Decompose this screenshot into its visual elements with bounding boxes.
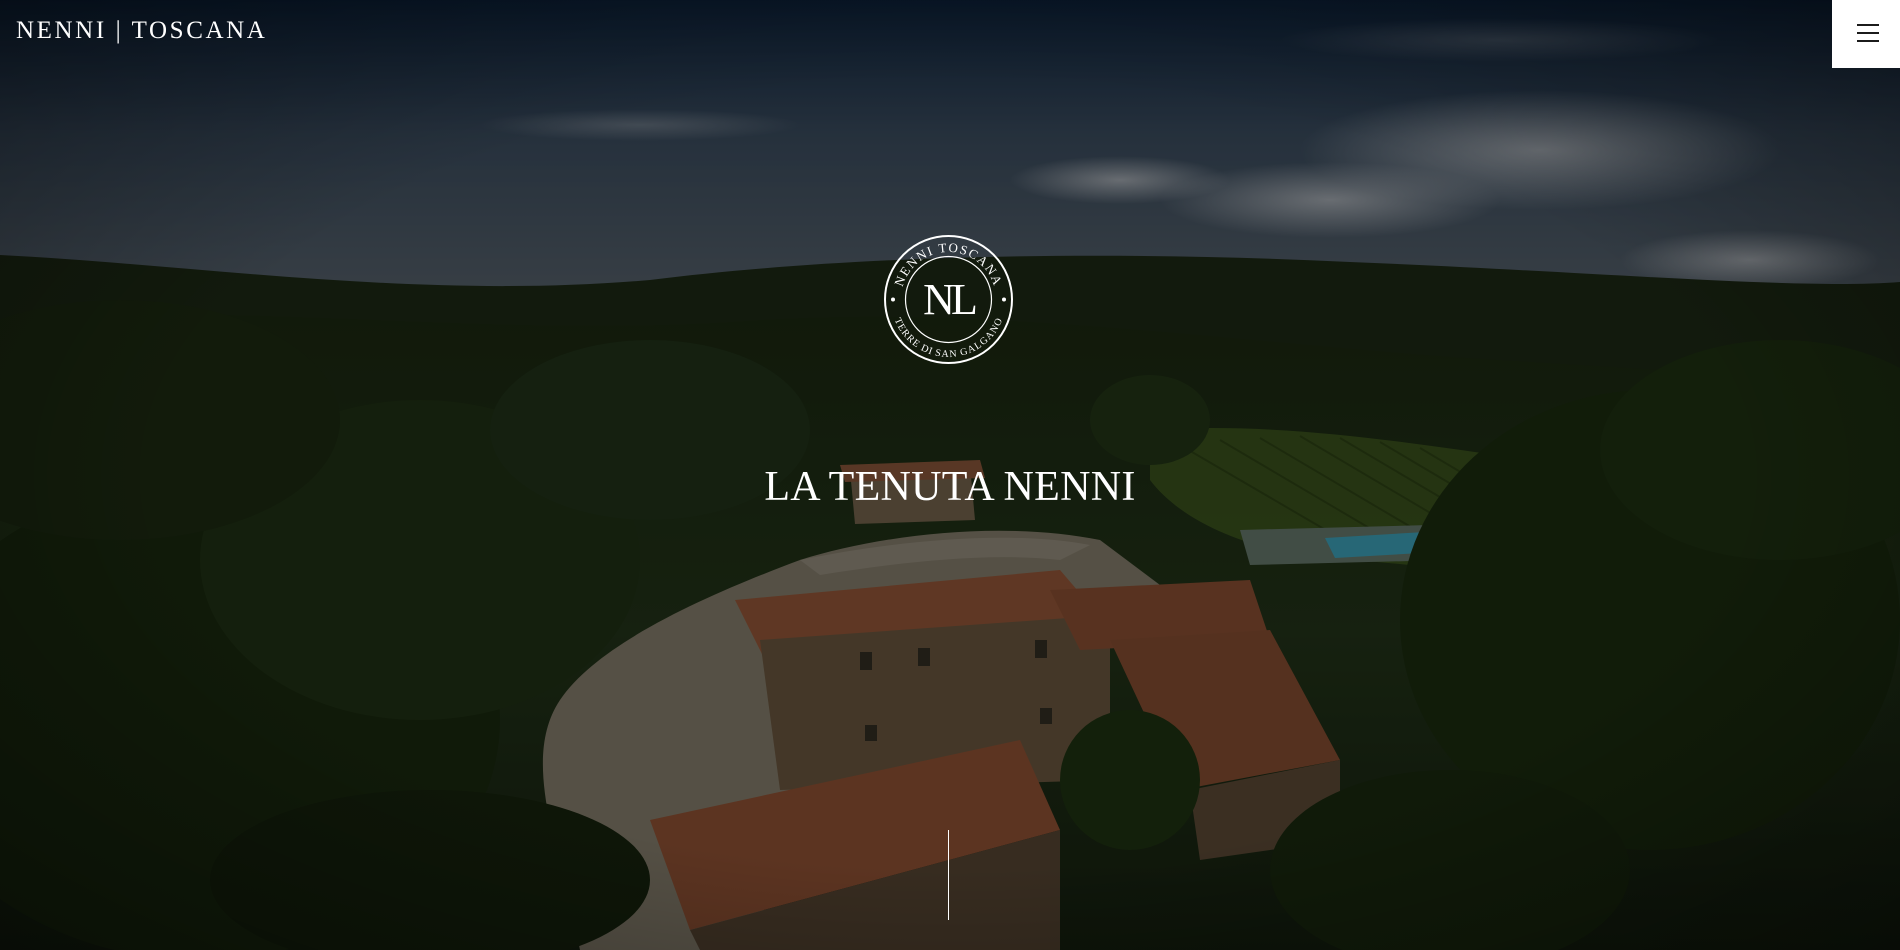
hamburger-menu-icon-middle-bar xyxy=(1857,32,1879,34)
menu-button[interactable] xyxy=(1832,0,1900,68)
hamburger-menu-icon xyxy=(1857,24,1879,26)
hero-heading: LA TENUTA NENNI xyxy=(764,464,1136,510)
hamburger-menu-icon-bottom-bar xyxy=(1857,40,1879,42)
site-title[interactable]: NENNI | TOSCANA xyxy=(16,17,267,45)
scroll-down-indicator[interactable] xyxy=(948,830,949,920)
estate-emblem-logo: NENNI TOSCANA TERRE DI SAN GALGANO NL xyxy=(883,234,1014,365)
hero-section: NENNI | TOSCANA NENNI TOSCANA TERRE DI S… xyxy=(0,0,1900,950)
emblem-monogram: NL xyxy=(923,275,978,324)
